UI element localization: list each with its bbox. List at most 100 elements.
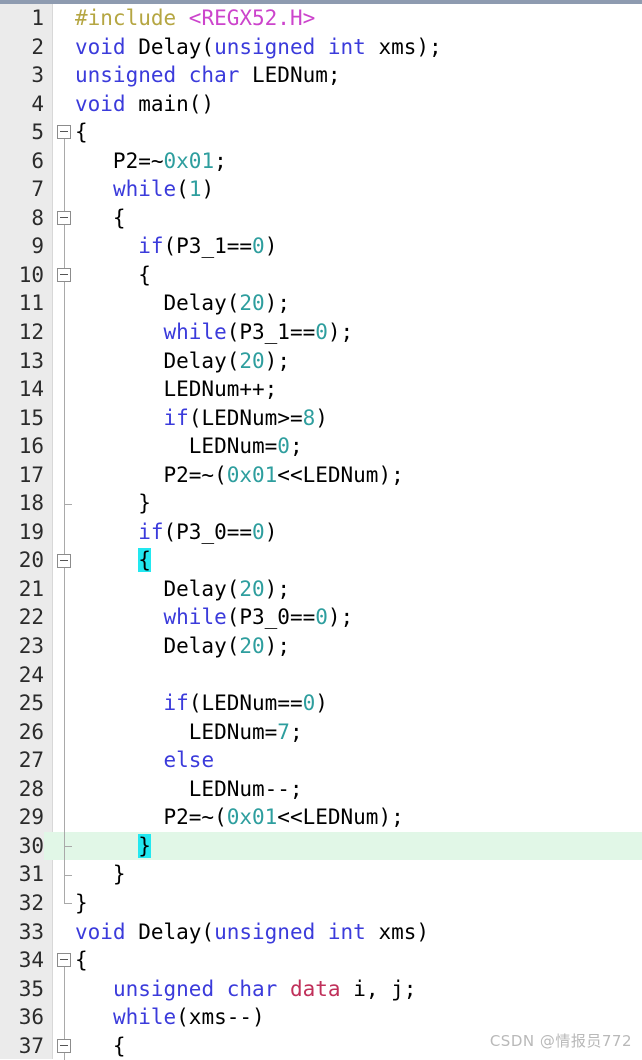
code-text[interactable]: } — [75, 889, 642, 918]
fold-minus-box[interactable] — [57, 953, 71, 968]
fold-collapse-icon[interactable] — [53, 203, 75, 233]
line-number: 26 — [18, 719, 44, 744]
code-text[interactable]: P2=~0x01; — [75, 147, 642, 176]
code-text[interactable]: Delay(20); — [75, 347, 642, 376]
code-line[interactable]: 34 { — [0, 946, 642, 975]
code-text[interactable]: while(P3_0==0); — [75, 603, 642, 632]
fold-guide — [53, 517, 75, 547]
fold-guide — [53, 689, 75, 718]
code-text[interactable]: { — [75, 946, 642, 975]
code-line[interactable]: 36 while(xms--) — [0, 1003, 642, 1032]
code-text[interactable]: { — [75, 546, 642, 575]
code-line[interactable]: 19 if(P3_0==0) — [0, 517, 642, 547]
code-text[interactable]: { — [75, 204, 642, 233]
code-text[interactable]: void Delay(unsigned int xms) — [75, 918, 642, 947]
line-number: 22 — [18, 605, 44, 630]
code-line[interactable]: 23 Delay(20); — [0, 632, 642, 661]
fold-block-end-marker — [53, 831, 75, 861]
fold-collapse-icon[interactable] — [53, 260, 75, 290]
code-line[interactable]: 17 P2=~(0x01<<LEDNum); — [0, 460, 642, 490]
code-line[interactable]: 31 } — [0, 860, 642, 889]
fold-guide-line — [64, 803, 65, 832]
fold-guide — [53, 403, 75, 433]
code-line[interactable]: 22 while(P3_0==0); — [0, 603, 642, 633]
code-text[interactable]: while(1) — [75, 175, 642, 204]
code-text[interactable]: Delay(20); — [75, 575, 642, 604]
code-text[interactable]: P2=~(0x01<<LEDNum); — [75, 461, 642, 490]
code-text[interactable]: #include <REGX52.H> — [75, 4, 642, 33]
code-line[interactable]: 3 unsigned char LEDNum; — [0, 61, 642, 90]
line-number: 34 — [18, 948, 44, 973]
code-editor[interactable]: 1 #include <REGX52.H> 2 void Delay(unsigned… — [0, 0, 642, 1060]
code-text[interactable]: Delay(20); — [75, 289, 642, 318]
code-line[interactable]: 9 if(P3_1==0) — [0, 232, 642, 261]
fold-minus-box[interactable] — [57, 1038, 71, 1053]
code-line[interactable]: 26 LEDNum=7; — [0, 717, 642, 747]
code-line[interactable]: 11 Delay(20); — [0, 289, 642, 319]
code-text[interactable]: unsigned char data i, j; — [75, 975, 642, 1004]
code-line[interactable]: 30 } — [0, 831, 642, 861]
code-line[interactable]: 33 void Delay(unsigned int xms) — [0, 918, 642, 947]
fold-guide — [53, 432, 75, 461]
code-token-num: 0 — [277, 434, 290, 459]
code-line[interactable]: 32} — [0, 888, 642, 918]
code-line[interactable]: 2 void Delay(unsigned int xms); — [0, 33, 642, 62]
fold-minus-box[interactable] — [57, 268, 71, 283]
code-text[interactable]: LEDNum=7; — [75, 718, 642, 747]
code-line[interactable]: 27 else — [0, 746, 642, 775]
code-line[interactable]: 7 while(1) — [0, 175, 642, 204]
code-text[interactable]: while(xms--) — [75, 1003, 642, 1032]
code-line[interactable]: 5{ — [0, 118, 642, 147]
code-line[interactable]: 13 Delay(20); — [0, 346, 642, 376]
fold-collapse-icon[interactable] — [53, 1031, 75, 1060]
code-text[interactable] — [75, 661, 642, 690]
code-text[interactable]: if(LEDNum>=8) — [75, 404, 642, 433]
code-line[interactable]: 6 P2=~0x01; — [0, 146, 642, 176]
code-text[interactable]: void main() — [75, 90, 642, 119]
code-text[interactable]: unsigned char LEDNum; — [75, 61, 642, 90]
code-line[interactable]: 15 if(LEDNum>=8) — [0, 403, 642, 433]
code-line[interactable]: 35 unsigned char data i, j; — [0, 974, 642, 1004]
code-line[interactable]: 4 void main() — [0, 90, 642, 119]
code-line[interactable]: 20 { — [0, 546, 642, 575]
fold-guide — [53, 774, 75, 804]
code-line[interactable]: 16 LEDNum=0; — [0, 432, 642, 461]
code-token-plain: { — [75, 205, 126, 230]
code-text[interactable]: LEDNum++; — [75, 375, 642, 404]
code-text[interactable]: if(P3_0==0) — [75, 518, 642, 547]
code-line[interactable]: 14 LEDNum++; — [0, 375, 642, 404]
code-text[interactable]: { — [75, 118, 642, 147]
fold-collapse-icon[interactable] — [53, 946, 75, 975]
code-line[interactable]: 18 } — [0, 489, 642, 518]
code-text[interactable]: } — [75, 860, 642, 889]
code-text[interactable]: Delay(20); — [75, 632, 642, 661]
code-line[interactable]: 12 while(P3_1==0); — [0, 318, 642, 347]
code-text[interactable]: if(LEDNum==0) — [75, 689, 642, 718]
fold-guide-line — [64, 1003, 65, 1032]
code-line[interactable]: 24 — [0, 660, 642, 690]
code-lines-container[interactable]: 1 #include <REGX52.H> 2 void Delay(unsigned… — [0, 4, 642, 1060]
code-line[interactable]: 8 { — [0, 203, 642, 233]
code-text[interactable]: while(P3_1==0); — [75, 318, 642, 347]
fold-minus-box[interactable] — [57, 125, 71, 140]
fold-collapse-icon[interactable] — [53, 118, 75, 147]
code-text[interactable]: } — [75, 832, 642, 861]
code-line[interactable]: 1 #include <REGX52.H> — [0, 4, 642, 33]
code-text[interactable]: LEDNum=0; — [75, 432, 642, 461]
code-text[interactable]: { — [75, 261, 642, 290]
code-text[interactable]: P2=~(0x01<<LEDNum); — [75, 803, 642, 832]
code-line[interactable]: 10 { — [0, 260, 642, 290]
fold-minus-box[interactable] — [57, 553, 71, 568]
code-line[interactable]: 25 if(LEDNum==0) — [0, 689, 642, 718]
code-text[interactable]: else — [75, 746, 642, 775]
code-text[interactable]: } — [75, 489, 642, 518]
code-line[interactable]: 21 Delay(20); — [0, 574, 642, 604]
fold-minus-box[interactable] — [57, 211, 71, 226]
code-line[interactable]: 29 P2=~(0x01<<LEDNum); — [0, 803, 642, 832]
line-number: 35 — [18, 976, 44, 1001]
code-text[interactable]: LEDNum--; — [75, 775, 642, 804]
code-text[interactable]: if(P3_1==0) — [75, 232, 642, 261]
fold-collapse-icon[interactable] — [53, 546, 75, 575]
code-line[interactable]: 28 LEDNum--; — [0, 774, 642, 804]
code-text[interactable]: void Delay(unsigned int xms); — [75, 33, 642, 62]
